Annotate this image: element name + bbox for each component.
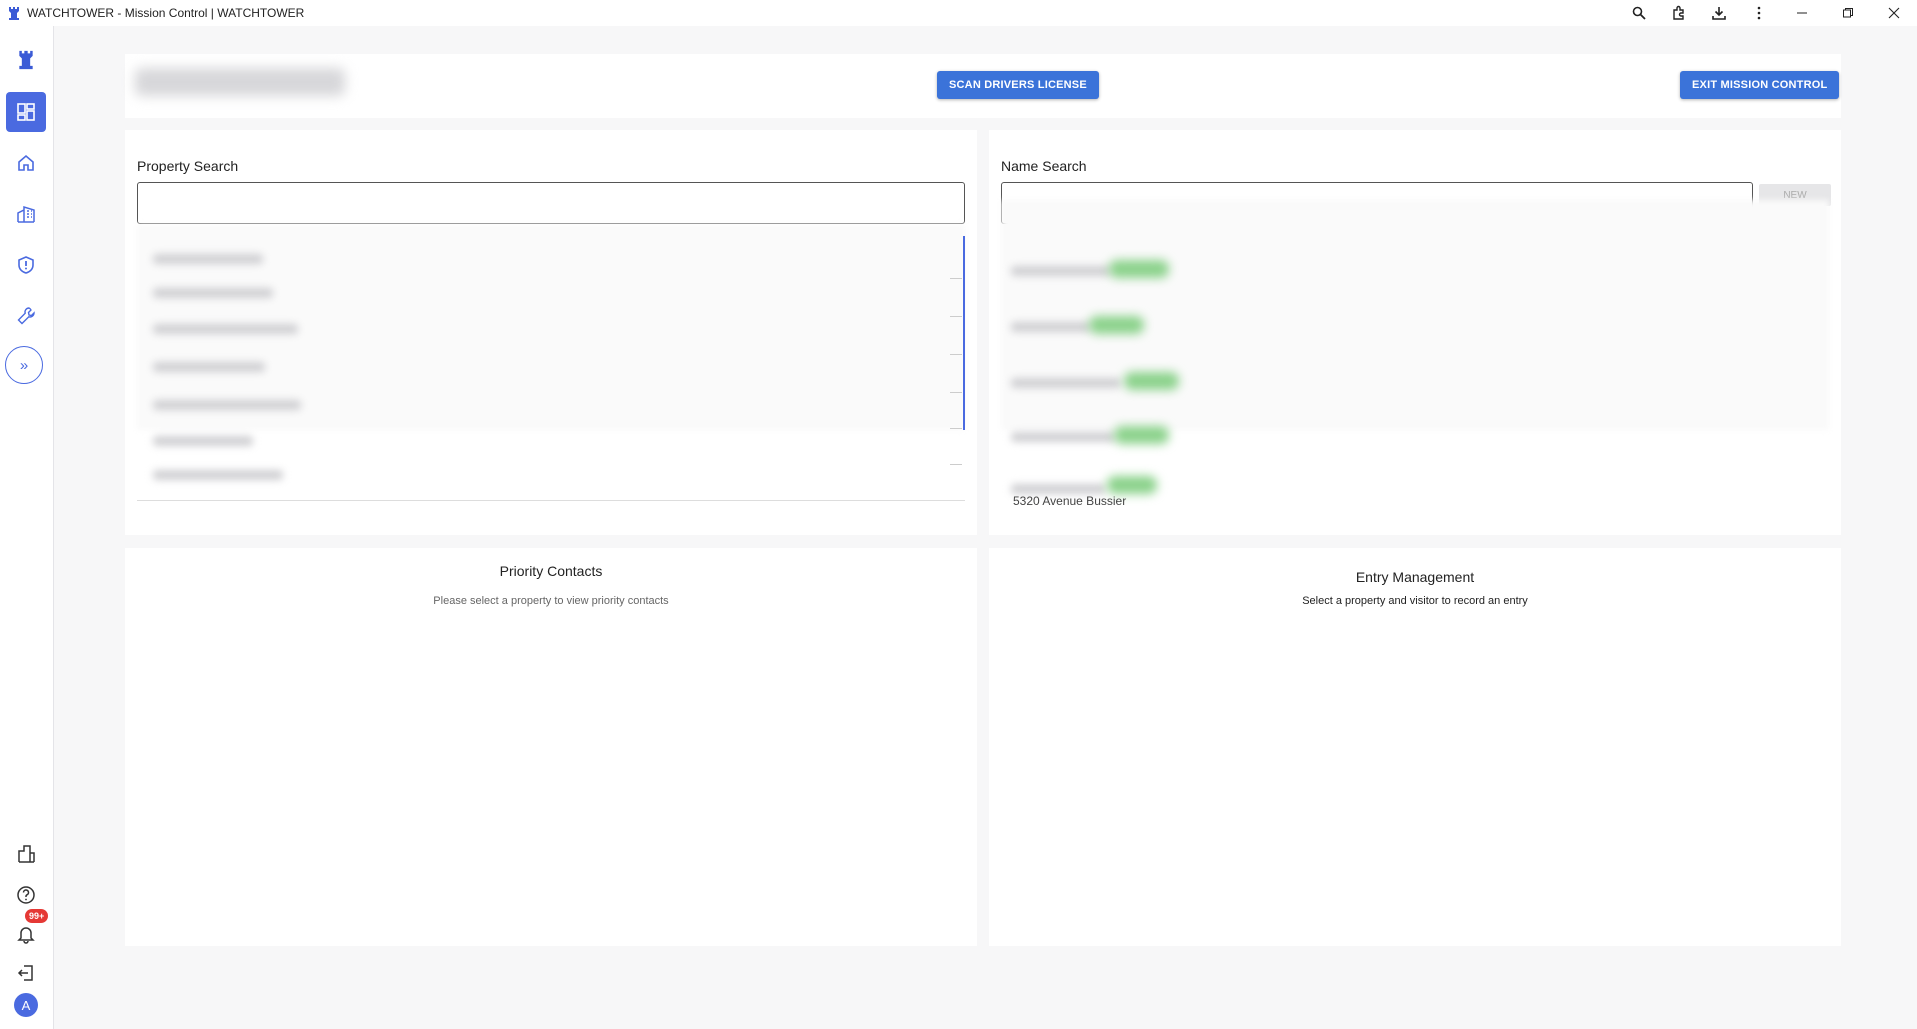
divider: [950, 278, 962, 279]
status-badge: [1124, 372, 1179, 390]
property-search-input[interactable]: [137, 182, 965, 224]
entry-management-title: Entry Management: [1355, 569, 1475, 585]
list-item[interactable]: [1011, 484, 1106, 494]
expand-sidebar-button[interactable]: »: [5, 346, 43, 384]
partial-result-text: 5320 Avenue Bussier: [1013, 494, 1127, 508]
divider: [137, 500, 965, 501]
watchtower-logo-icon: [7, 6, 21, 20]
list-item[interactable]: [1011, 432, 1116, 442]
notification-badge: 99+: [25, 909, 49, 923]
property-search-card: Property Search: [125, 130, 977, 535]
entry-management-message: Select a property and visitor to record …: [1302, 595, 1528, 607]
more-icon[interactable]: [1739, 0, 1779, 26]
list-item[interactable]: [153, 400, 301, 410]
building-icon[interactable]: [6, 834, 46, 874]
avatar[interactable]: A: [14, 993, 38, 1017]
priority-contacts-card: Priority Contacts Please select a proper…: [125, 548, 977, 946]
list-item[interactable]: [153, 324, 298, 334]
name-search-label: Name Search: [1001, 158, 1087, 174]
restore-icon[interactable]: [1825, 0, 1871, 26]
name-results-list[interactable]: [1001, 200, 1829, 430]
extensions-icon[interactable]: [1659, 0, 1699, 26]
title-bar: WATCHTOWER - Mission Control | WATCHTOWE…: [0, 0, 1917, 26]
watchtower-home-icon[interactable]: [6, 40, 46, 80]
status-badge: [1089, 316, 1144, 334]
entry-management-card: Entry Management Select a property and v…: [989, 548, 1841, 946]
zoom-icon[interactable]: [1619, 0, 1659, 26]
list-item[interactable]: [153, 436, 253, 446]
scan-drivers-license-button[interactable]: SCAN DRIVERS LICENSE: [937, 71, 1099, 99]
wrench-icon[interactable]: [6, 296, 46, 336]
list-item[interactable]: [1011, 266, 1111, 276]
buildings-icon[interactable]: [6, 194, 46, 234]
scrollbar[interactable]: [963, 236, 965, 430]
close-icon[interactable]: [1871, 0, 1917, 26]
download-icon[interactable]: [1699, 0, 1739, 26]
dashboard-icon[interactable]: [6, 92, 46, 132]
priority-contacts-message: Please select a property to view priorit…: [433, 595, 669, 607]
divider: [950, 392, 962, 393]
status-badge: [1107, 476, 1157, 494]
double-chevron-right-icon: »: [19, 356, 29, 374]
minimize-icon[interactable]: [1779, 0, 1825, 26]
divider: [950, 316, 962, 317]
name-search-card: Name Search NEW 5320 Avenue Bussier: [989, 130, 1841, 535]
status-badge: [1109, 260, 1169, 278]
logout-icon[interactable]: [6, 953, 46, 993]
window-title: WATCHTOWER - Mission Control | WATCHTOWE…: [27, 6, 305, 20]
divider: [950, 464, 962, 465]
divider: [950, 428, 962, 429]
sidebar: » 99+ A: [0, 26, 54, 1029]
exit-mission-control-button[interactable]: EXIT MISSION CONTROL: [1680, 71, 1840, 99]
status-badge: [1114, 426, 1169, 444]
list-item[interactable]: [153, 254, 263, 264]
header-card: SCAN DRIVERS LICENSE EXIT MISSION CONTRO…: [125, 54, 1841, 118]
list-item[interactable]: [1011, 322, 1091, 332]
divider: [950, 354, 962, 355]
list-item[interactable]: [153, 288, 273, 298]
redacted-property-name: [135, 68, 345, 96]
list-item[interactable]: [1011, 378, 1121, 388]
list-item[interactable]: [153, 362, 265, 372]
property-search-label: Property Search: [137, 158, 239, 174]
home-icon[interactable]: [6, 143, 46, 183]
priority-contacts-title: Priority Contacts: [499, 563, 603, 579]
list-item[interactable]: [153, 470, 283, 480]
shield-icon[interactable]: [6, 245, 46, 285]
